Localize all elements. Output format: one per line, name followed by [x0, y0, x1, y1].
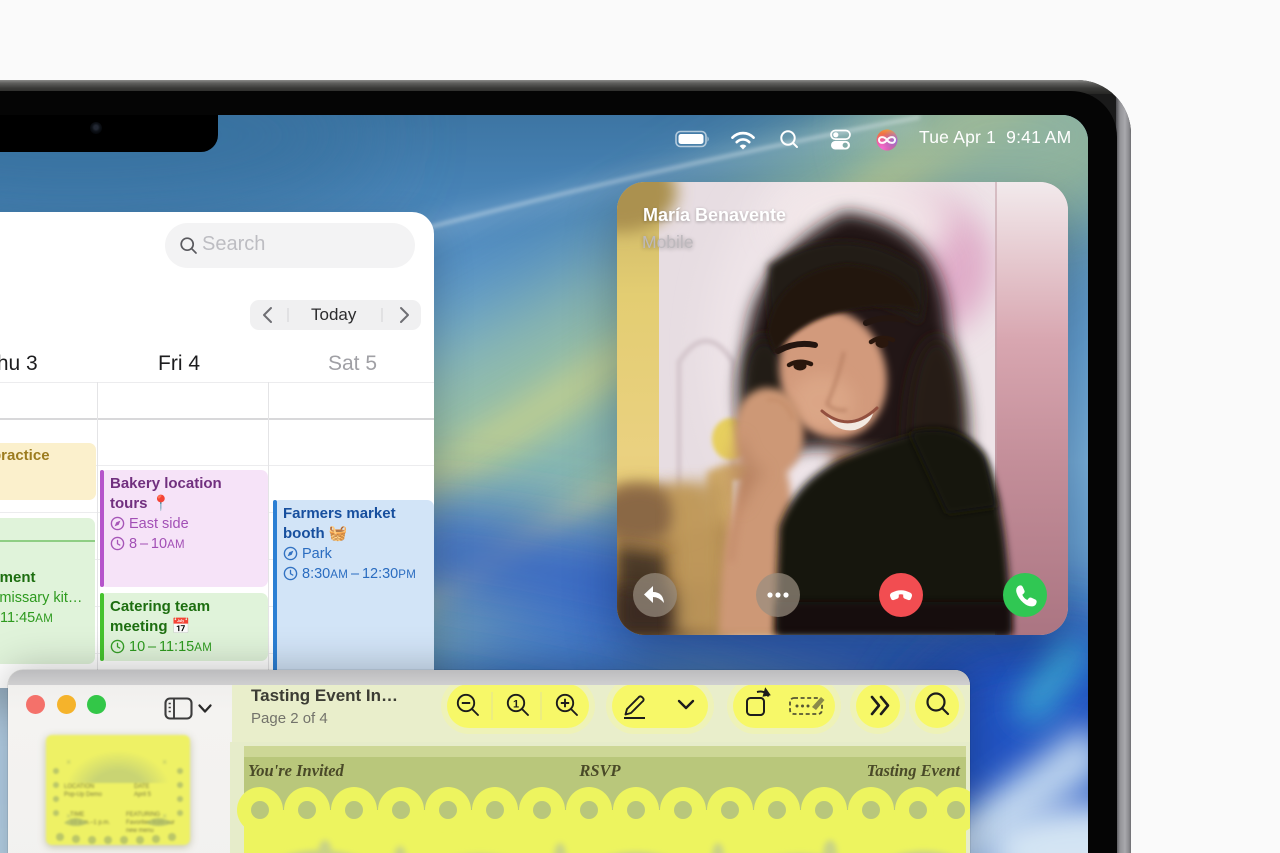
svg-text:×: × [66, 811, 71, 821]
svg-text:×: × [162, 811, 167, 821]
svg-text:RSVP: RSVP [578, 761, 621, 780]
svg-text:Tasting Event: Tasting Event [867, 761, 961, 780]
svg-text:×: × [66, 757, 71, 767]
svg-text:You're Invited: You're Invited [248, 761, 345, 780]
svg-text:1: 1 [513, 699, 519, 711]
svg-text:×: × [162, 757, 167, 767]
